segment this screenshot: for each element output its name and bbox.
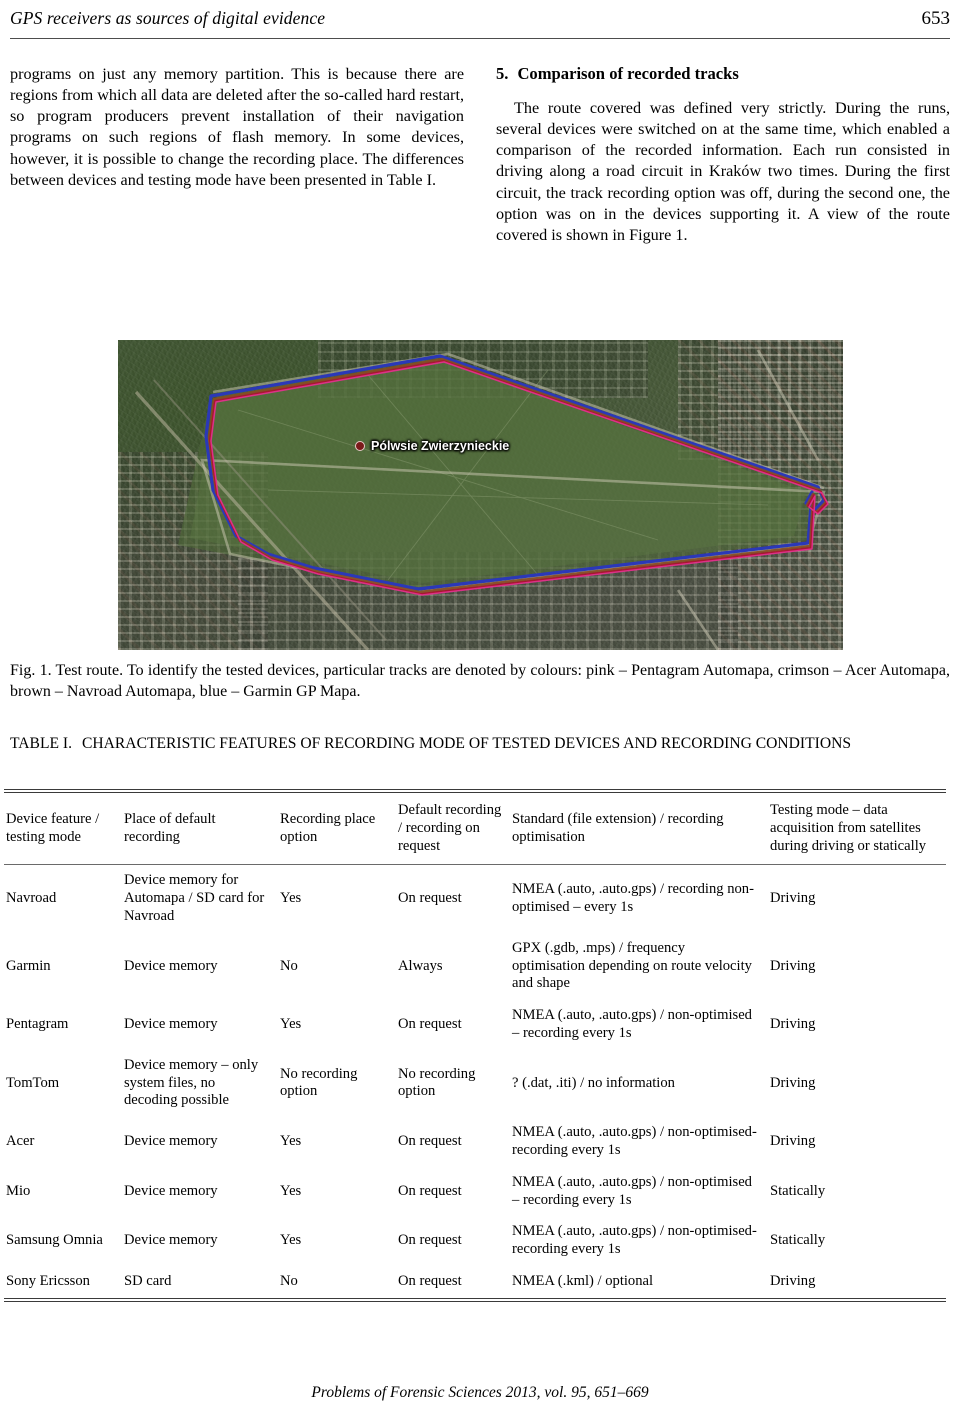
- section-number: 5.: [496, 64, 509, 83]
- column-header-device-feature: Device feature / testing mode: [6, 810, 100, 845]
- cell-standard: GPX (.gdb, .mps) / frequency optimisatio…: [512, 939, 752, 992]
- table-row: Acer Device memory Yes On request NMEA (…: [4, 1117, 946, 1167]
- map-canvas: Pólwsie Zwierzynieckie: [118, 340, 843, 650]
- table-body: Navroad Device memory for Automapa / SD …: [4, 865, 946, 1297]
- cell-testing-mode: Driving: [770, 1272, 816, 1289]
- cell-device: TomTom: [6, 1074, 60, 1091]
- cell-device: Mio: [6, 1182, 31, 1199]
- cell-default-recording: On request: [398, 1182, 462, 1199]
- cell-device: Acer: [6, 1133, 35, 1150]
- cell-device: Pentagram: [6, 1016, 69, 1033]
- cell-place: Device memory: [124, 957, 218, 974]
- cell-device: Samsung Omnia: [6, 1232, 103, 1249]
- cell-place: Device memory – only system files, no de…: [124, 1056, 259, 1109]
- table-label: TABLE I.: [10, 735, 72, 752]
- cell-default-recording: On request: [398, 1016, 462, 1033]
- cell-place: Device memory: [124, 1133, 218, 1150]
- cell-standard: NMEA (.auto, .auto.gps) / non-optimised-…: [512, 1124, 757, 1158]
- cell-place: Device memory for Automapa / SD card for…: [124, 872, 265, 924]
- cell-place-option: No: [280, 957, 298, 974]
- cell-place: Device memory: [124, 1232, 218, 1249]
- cell-default-recording: On request: [398, 890, 462, 907]
- cell-place-option: No recording option: [280, 1065, 358, 1100]
- characteristics-table-body: Navroad Device memory for Automapa / SD …: [4, 865, 946, 1297]
- cell-device: Sony Ericsson: [6, 1272, 90, 1289]
- cell-default-recording: On request: [398, 1133, 462, 1150]
- map-place-label-text: Pólwsie Zwierzynieckie: [371, 439, 510, 453]
- table-title-block: TABLE I. CHARACTERISTIC FEATURES OF RECO…: [10, 733, 950, 754]
- cell-testing-mode: Driving: [770, 1016, 816, 1033]
- right-column-paragraph: The route covered was defined very stric…: [496, 99, 950, 244]
- body-columns: programs on just any memory partition. T…: [10, 64, 950, 246]
- cell-testing-mode: Driving: [770, 957, 816, 974]
- map-place-label: Pólwsie Zwierzynieckie: [355, 439, 509, 453]
- cell-standard: NMEA (.kml) / optional: [512, 1272, 654, 1289]
- cell-default-recording: On request: [398, 1272, 462, 1289]
- characteristics-table: Device feature / testing mode Place of d…: [4, 793, 946, 864]
- column-header-recording-place-option: Recording place option: [280, 810, 376, 845]
- table-1-wrapper: Device feature / testing mode Place of d…: [4, 789, 946, 1302]
- cell-place-option: Yes: [280, 1182, 302, 1199]
- table-row: TomTom Device memory – only system files…: [4, 1050, 946, 1117]
- page-running-head: GPS receivers as sources of digital evid…: [10, 8, 950, 30]
- table-row: Pentagram Device memory Yes On request N…: [4, 1000, 946, 1050]
- figure-1-aerial-map: Pólwsie Zwierzynieckie: [118, 340, 843, 650]
- right-column: 5. Comparison of recorded tracks The rou…: [496, 64, 950, 246]
- column-header-default-recording: Default recording / recording on request: [398, 802, 502, 854]
- cell-device: Navroad: [6, 890, 57, 907]
- cell-default-recording: On request: [398, 1232, 462, 1249]
- table-head: Device feature / testing mode Place of d…: [4, 793, 946, 864]
- cell-testing-mode: Driving: [770, 1074, 816, 1091]
- map-marker-icon: [355, 441, 365, 451]
- cell-place: SD card: [124, 1272, 172, 1289]
- cell-default-recording: No recording option: [398, 1065, 476, 1100]
- table-row: Sony Ericsson SD card No On request NMEA…: [4, 1266, 946, 1298]
- cell-place: Device memory: [124, 1016, 218, 1033]
- column-header-standard: Standard (file extension) / recording op…: [512, 810, 724, 845]
- table-row: Garmin Device memory No Always GPX (.gdb…: [4, 933, 946, 1000]
- cell-device: Garmin: [6, 957, 51, 974]
- table-header-row: Device feature / testing mode Place of d…: [4, 793, 946, 864]
- left-column-paragraph: programs on just any memory partition. T…: [10, 65, 464, 189]
- column-header-testing-mode: Testing mode – data acquisition from sat…: [770, 802, 927, 854]
- page-number: 653: [921, 8, 951, 29]
- cell-testing-mode: Statically: [770, 1182, 826, 1199]
- cell-place: Device memory: [124, 1182, 218, 1199]
- table-row: Mio Device memory Yes On request NMEA (.…: [4, 1167, 946, 1217]
- cell-place-option: No: [280, 1272, 298, 1289]
- section-title: Comparison of recorded tracks: [517, 64, 739, 83]
- left-column: programs on just any memory partition. T…: [10, 64, 464, 246]
- table-row: Samsung Omnia Device memory Yes On reque…: [4, 1216, 946, 1266]
- column-header-place-of-recording: Place of default recording: [124, 810, 216, 845]
- cell-default-recording: Always: [398, 957, 443, 974]
- cell-standard: NMEA (.auto, .auto.gps) / non-optimised …: [512, 1173, 752, 1208]
- cell-place-option: Yes: [280, 1232, 302, 1249]
- running-title: GPS receivers as sources of digital evid…: [10, 8, 326, 28]
- header-divider: [10, 38, 950, 39]
- table-row: Navroad Device memory for Automapa / SD …: [4, 865, 946, 932]
- map-vector-overlay: [134, 349, 829, 650]
- cell-standard: NMEA (.auto, .auto.gps) / recording non-…: [512, 881, 754, 916]
- section-heading: 5. Comparison of recorded tracks: [496, 64, 950, 84]
- table-bottom-rule: [4, 1297, 946, 1302]
- cell-place-option: Yes: [280, 1133, 302, 1150]
- cell-place-option: Yes: [280, 890, 302, 907]
- figure-caption: Fig. 1. Test route. To identify the test…: [10, 662, 950, 701]
- cell-standard: NMEA (.auto, .auto.gps) / non-optimised …: [512, 1007, 752, 1041]
- table-caption-text: CHARACTERISTIC FEATURES OF RECORDING MOD…: [81, 735, 852, 752]
- cell-standard: ? (.dat, .iti) / no information: [512, 1074, 675, 1091]
- cell-place-option: Yes: [280, 1016, 302, 1033]
- cell-standard: NMEA (.auto, .auto.gps) / non-optimised-…: [512, 1223, 757, 1258]
- cell-testing-mode: Driving: [770, 890, 816, 907]
- cell-testing-mode: Driving: [770, 1133, 816, 1150]
- cell-testing-mode: Statically: [770, 1232, 826, 1249]
- page-footer: Problems of Forensic Sciences 2013, vol.…: [311, 1384, 649, 1401]
